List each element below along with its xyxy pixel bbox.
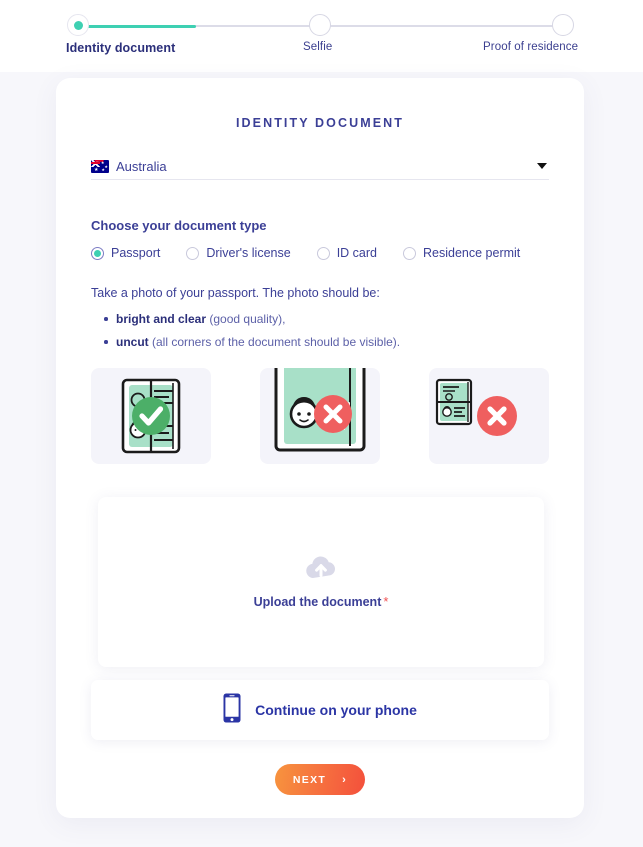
chevron-right-icon: ›	[342, 773, 348, 786]
step-label: Identity document	[66, 41, 176, 55]
step-label: Proof of residence	[483, 41, 579, 53]
instructions-list: bright and clear (good quality), uncut (…	[104, 312, 534, 358]
example-images	[91, 368, 549, 464]
required-marker: *	[383, 593, 389, 609]
radio-drivers-license[interactable]: Driver's license	[186, 246, 291, 260]
step-dot-icon	[552, 14, 574, 36]
x-circle-icon	[314, 395, 352, 433]
continue-on-phone-label: Continue on your phone	[255, 702, 417, 718]
radio-label: ID card	[336, 246, 377, 260]
instruction-item: uncut (all corners of the document shoul…	[104, 335, 534, 349]
x-circle-icon	[477, 396, 517, 436]
stepper-progress-fill	[78, 25, 196, 28]
radio-empty-icon	[186, 246, 200, 260]
step-dot-active-icon	[67, 14, 89, 36]
example-cut-passport	[260, 368, 380, 464]
radio-label: Passport	[111, 246, 161, 260]
identity-document-card: IDENTITY DOCUMENT ★ ★ ★ ★ Australia Choo…	[56, 78, 584, 818]
small-passport-illustration	[435, 378, 473, 426]
radio-label: Residence permit	[423, 246, 521, 260]
check-circle-icon	[132, 397, 170, 435]
radio-passport[interactable]: Passport	[91, 246, 160, 260]
country-select[interactable]: ★ ★ ★ ★ Australia	[91, 154, 549, 180]
flag-australia-icon: ★ ★ ★ ★	[91, 160, 109, 173]
radio-id-card[interactable]: ID card	[316, 246, 377, 260]
mobile-phone-icon	[223, 693, 241, 728]
upload-label: Upload the document	[253, 594, 382, 609]
instruction-rest: (all corners of the document should be v…	[148, 335, 401, 349]
upload-dropzone[interactable]: Upload the document *	[98, 497, 544, 667]
instruction-bold: bright and clear	[116, 312, 207, 326]
country-select-value: Australia	[116, 159, 167, 174]
continue-on-phone-button[interactable]: Continue on your phone	[91, 680, 549, 740]
upload-label-wrap: Upload the document *	[254, 593, 389, 611]
step-dot-icon	[309, 14, 331, 36]
step-label: Selfie	[303, 41, 333, 53]
example-too-small-passport	[429, 368, 549, 464]
next-button[interactable]: NEXT ›	[275, 764, 365, 795]
instructions-lead: Take a photo of your passport. The photo…	[91, 286, 380, 300]
radio-empty-icon	[316, 246, 330, 260]
next-button-label: NEXT	[292, 773, 327, 786]
progress-stepper: Identity document Selfie Proof of reside…	[0, 0, 643, 72]
instruction-rest: (good quality),	[206, 312, 286, 326]
page-title: IDENTITY DOCUMENT	[235, 116, 405, 130]
radio-selected-icon	[91, 246, 104, 260]
radio-residence-permit[interactable]: Residence permit	[403, 246, 520, 260]
example-good-passport	[91, 368, 211, 464]
instruction-item: bright and clear (good quality),	[104, 312, 534, 326]
radio-empty-icon	[403, 246, 416, 260]
cloud-upload-icon	[304, 554, 338, 585]
radio-label: Driver's license	[206, 246, 291, 260]
instruction-bold: uncut	[116, 335, 149, 349]
chevron-down-icon[interactable]	[537, 163, 547, 169]
document-type-heading: Choose your document type	[91, 218, 267, 233]
document-type-radio-group: Passport Driver's license ID card Reside…	[91, 246, 546, 260]
